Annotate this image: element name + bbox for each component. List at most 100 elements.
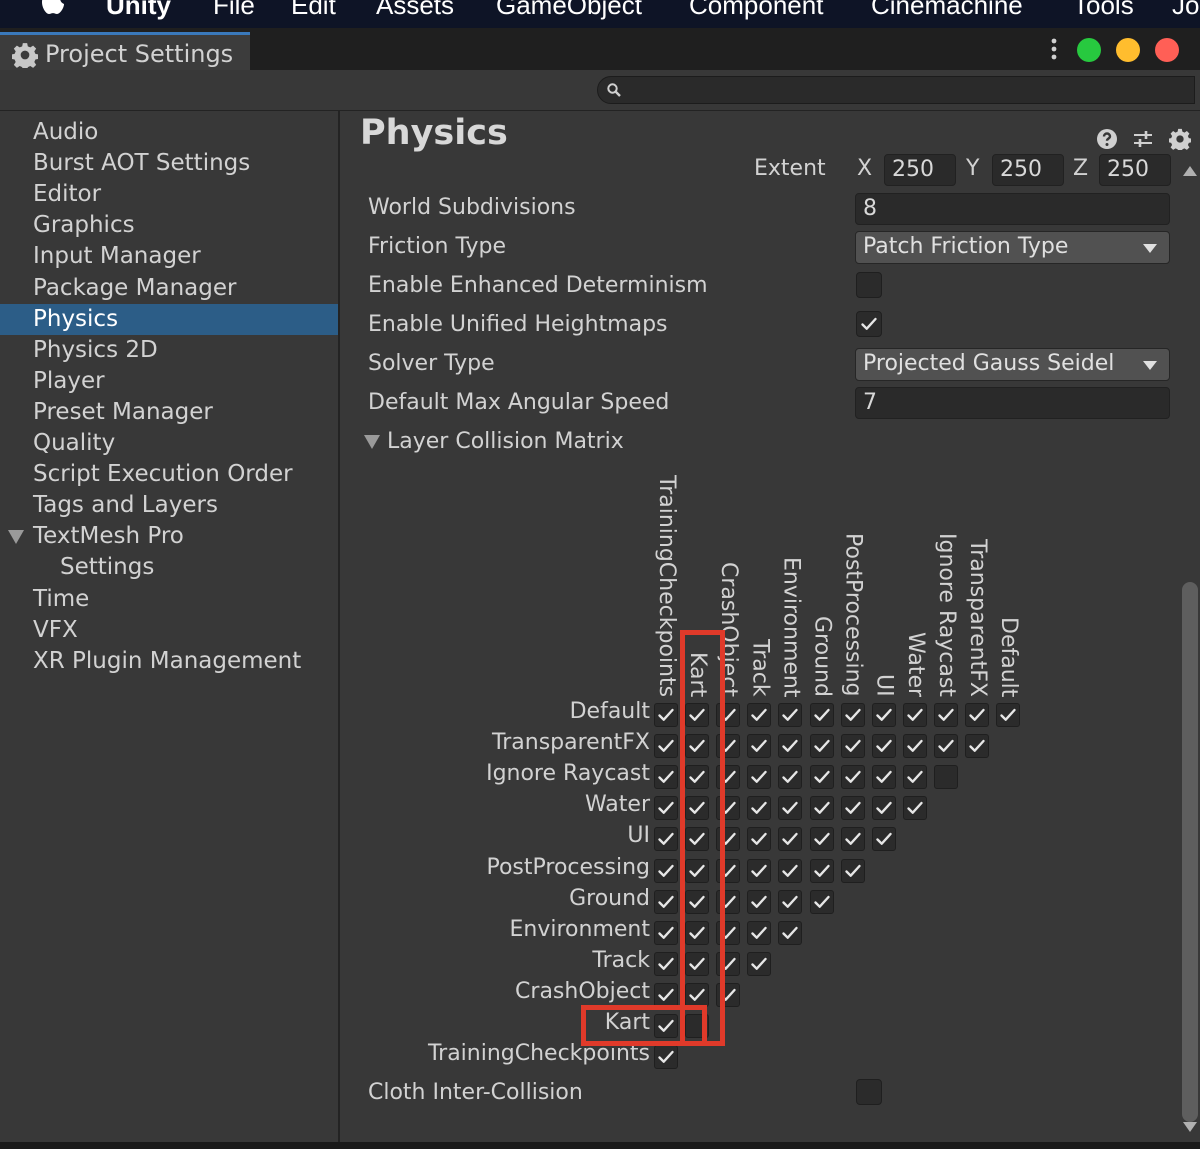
sidebar-item-preset-manager[interactable]: Preset Manager xyxy=(0,397,338,428)
search-field[interactable] xyxy=(597,76,1195,104)
matrix-cell-postprocessing-x-environment[interactable] xyxy=(778,858,803,883)
matrix-cell-ground-x-trainingcheckpoints[interactable] xyxy=(654,889,678,914)
extent-y-field[interactable]: 250 xyxy=(992,154,1064,186)
matrix-cell-default-x-track[interactable] xyxy=(747,703,772,727)
sidebar-item-burst-aot-settings[interactable]: Burst AOT Settings xyxy=(0,148,338,179)
matrix-cell-transparentfx-x-ui[interactable] xyxy=(871,734,896,759)
apple-icon[interactable] xyxy=(38,0,68,18)
matrix-cell-ignore-raycast-x-postprocessing[interactable] xyxy=(840,765,865,790)
sidebar-item-package-manager[interactable]: Package Manager xyxy=(0,273,338,304)
matrix-cell-trainingcheckpoints-x-trainingcheckpoints[interactable] xyxy=(654,1045,678,1070)
help-icon[interactable] xyxy=(1096,128,1118,150)
matrix-cell-ignore-raycast-x-track[interactable] xyxy=(747,765,772,790)
sidebar-item-physics[interactable]: Physics xyxy=(0,303,338,335)
matrix-cell-ground-x-environment[interactable] xyxy=(778,889,803,914)
scroll-up-icon[interactable] xyxy=(1183,166,1197,176)
close-button[interactable] xyxy=(1155,38,1179,62)
menu-component[interactable]: Component xyxy=(689,0,823,21)
matrix-cell-ui-x-environment[interactable] xyxy=(778,827,803,852)
matrix-cell-ignore-raycast-x-water[interactable] xyxy=(902,765,927,790)
scroll-down-icon[interactable] xyxy=(1183,1122,1197,1132)
sidebar-item-physics-2d[interactable]: Physics 2D xyxy=(0,335,338,366)
solver-type-dropdown[interactable]: Projected Gauss Seidel xyxy=(855,348,1170,381)
matrix-cell-transparentfx-x-ground[interactable] xyxy=(809,734,834,759)
matrix-cell-default-x-ignore-raycast[interactable] xyxy=(933,703,958,727)
project-settings-tab[interactable]: Project Settings xyxy=(0,32,250,70)
sidebar-item-player[interactable]: Player xyxy=(0,366,338,397)
matrix-cell-water-x-ui[interactable] xyxy=(871,796,896,821)
matrix-cell-ignore-raycast-x-trainingcheckpoints[interactable] xyxy=(654,765,678,790)
matrix-cell-transparentfx-x-postprocessing[interactable] xyxy=(840,734,865,759)
sidebar-item-input-manager[interactable]: Input Manager xyxy=(0,241,338,272)
matrix-cell-transparentfx-x-ignore-raycast[interactable] xyxy=(933,734,958,759)
matrix-cell-ground-x-track[interactable] xyxy=(747,889,772,914)
minimize-button[interactable] xyxy=(1116,38,1140,62)
matrix-cell-transparentfx-x-water[interactable] xyxy=(902,734,927,759)
extent-z-field[interactable]: 250 xyxy=(1099,154,1171,186)
sidebar-item-script-execution-order[interactable]: Script Execution Order xyxy=(0,459,338,490)
more-options-icon[interactable] xyxy=(1048,36,1060,62)
matrix-cell-postprocessing-x-postprocessing[interactable] xyxy=(840,858,865,883)
matrix-cell-default-x-environment[interactable] xyxy=(778,703,803,727)
matrix-cell-ignore-raycast-x-ignore-raycast[interactable] xyxy=(933,765,958,790)
matrix-cell-default-x-water[interactable] xyxy=(902,703,927,727)
menu-tools[interactable]: Tools xyxy=(1073,0,1134,21)
matrix-cell-water-x-environment[interactable] xyxy=(778,796,803,821)
cloth-inter-collision-checkbox[interactable] xyxy=(856,1079,882,1105)
sidebar-item-settings[interactable]: Settings xyxy=(0,552,338,583)
matrix-cell-ground-x-ground[interactable] xyxy=(809,889,834,914)
menu-unity[interactable]: Unity xyxy=(106,0,171,21)
matrix-cell-transparentfx-x-environment[interactable] xyxy=(778,734,803,759)
menu-gameobject[interactable]: GameObject xyxy=(496,0,642,21)
matrix-cell-ui-x-track[interactable] xyxy=(747,827,772,852)
matrix-cell-water-x-postprocessing[interactable] xyxy=(840,796,865,821)
matrix-cell-ignore-raycast-x-ui[interactable] xyxy=(871,765,896,790)
matrix-cell-water-x-trainingcheckpoints[interactable] xyxy=(654,796,678,821)
matrix-cell-default-x-transparentfx[interactable] xyxy=(965,703,989,727)
enhanced-determinism-checkbox[interactable] xyxy=(856,272,882,298)
sidebar-item-textmesh-pro[interactable]: TextMesh Pro xyxy=(0,521,338,552)
matrix-cell-default-x-trainingcheckpoints[interactable] xyxy=(654,703,678,727)
matrix-cell-water-x-ground[interactable] xyxy=(809,796,834,821)
matrix-cell-environment-x-track[interactable] xyxy=(747,920,772,945)
matrix-cell-transparentfx-x-transparentfx[interactable] xyxy=(965,734,989,759)
foldout-arrow-icon[interactable] xyxy=(8,530,24,545)
sidebar-item-tags-and-layers[interactable]: Tags and Layers xyxy=(0,490,338,521)
matrix-cell-default-x-ground[interactable] xyxy=(809,703,834,727)
sidebar-item-editor[interactable]: Editor xyxy=(0,179,338,210)
menu-edit[interactable]: Edit xyxy=(291,0,336,21)
friction-type-dropdown[interactable]: Patch Friction Type xyxy=(855,231,1170,264)
menu-jobs[interactable]: Jo xyxy=(1172,0,1199,21)
matrix-cell-postprocessing-x-ground[interactable] xyxy=(809,858,834,883)
matrix-cell-water-x-track[interactable] xyxy=(747,796,772,821)
maximize-button[interactable] xyxy=(1077,38,1101,62)
max-angular-speed-field[interactable]: 7 xyxy=(855,387,1170,419)
sidebar-item-vfx[interactable]: VFX xyxy=(0,615,338,646)
foldout-arrow-icon[interactable] xyxy=(364,435,380,449)
presets-icon[interactable] xyxy=(1132,128,1154,150)
matrix-cell-default-x-default[interactable] xyxy=(996,703,1021,727)
menu-assets[interactable]: Assets xyxy=(376,0,454,21)
matrix-cell-track-x-trainingcheckpoints[interactable] xyxy=(654,951,678,976)
matrix-cell-environment-x-environment[interactable] xyxy=(778,920,803,945)
matrix-cell-crashobject-x-trainingcheckpoints[interactable] xyxy=(654,982,678,1007)
matrix-cell-track-x-track[interactable] xyxy=(747,951,772,976)
matrix-cell-ui-x-postprocessing[interactable] xyxy=(840,827,865,852)
matrix-cell-transparentfx-x-track[interactable] xyxy=(747,734,772,759)
matrix-cell-ui-x-trainingcheckpoints[interactable] xyxy=(654,827,678,852)
settings-gear-icon[interactable] xyxy=(1169,128,1191,150)
sidebar-item-xr-plugin-management[interactable]: XR Plugin Management xyxy=(0,646,338,677)
search-input[interactable] xyxy=(630,79,1174,103)
extent-x-field[interactable]: 250 xyxy=(884,154,956,186)
matrix-cell-ui-x-ui[interactable] xyxy=(871,827,896,852)
scrollbar-thumb[interactable] xyxy=(1182,582,1198,1122)
matrix-cell-water-x-water[interactable] xyxy=(902,796,927,821)
matrix-cell-postprocessing-x-track[interactable] xyxy=(747,858,772,883)
matrix-cell-default-x-postprocessing[interactable] xyxy=(840,703,865,727)
menu-cinemachine[interactable]: Cinemachine xyxy=(871,0,1023,21)
matrix-cell-postprocessing-x-trainingcheckpoints[interactable] xyxy=(654,858,678,883)
unified-heightmaps-checkbox[interactable] xyxy=(856,311,882,337)
matrix-cell-ui-x-ground[interactable] xyxy=(809,827,834,852)
sidebar-item-graphics[interactable]: Graphics xyxy=(0,210,338,241)
matrix-cell-ignore-raycast-x-environment[interactable] xyxy=(778,765,803,790)
